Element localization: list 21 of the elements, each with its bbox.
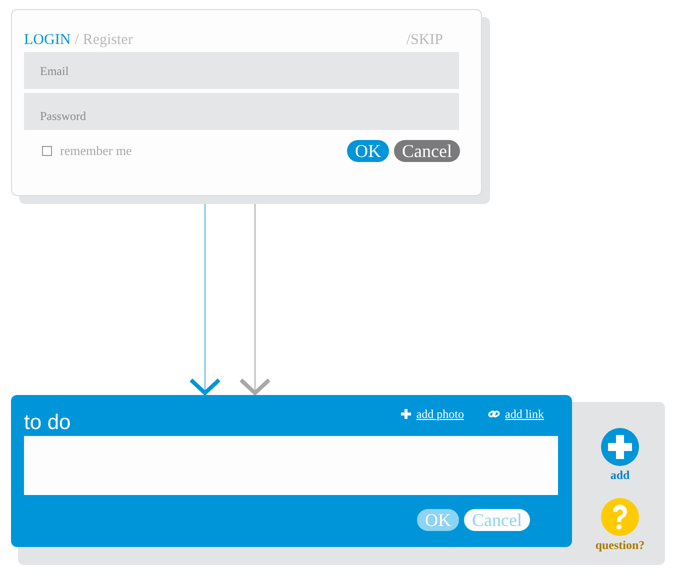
- ok-button[interactable]: OK: [417, 509, 460, 531]
- ok-button[interactable]: OK: [347, 140, 390, 162]
- tab[interactable]: Register: [82, 28, 133, 52]
- separator: /: [74, 30, 79, 50]
- cancel-button[interactable]: Cancel: [464, 509, 530, 531]
- input-field[interactable]: Email: [24, 52, 459, 89]
- action-label[interactable]: question?: [595, 536, 645, 554]
- cancel-button[interactable]: Cancel: [394, 140, 460, 162]
- tab[interactable]: LOGIN: [24, 28, 71, 52]
- add-icon[interactable]: [601, 428, 639, 466]
- action-link[interactable]: add photo: [416, 405, 464, 423]
- skip-link[interactable]: /SKIP: [406, 28, 443, 52]
- input-field[interactable]: Password: [24, 93, 459, 130]
- help-icon[interactable]: [600, 498, 639, 536]
- link-icon: [488, 409, 500, 419]
- remember-me-label: remember me: [60, 142, 132, 160]
- card-title: to do: [24, 412, 71, 435]
- action-label[interactable]: add: [610, 466, 630, 484]
- plus-icon: [401, 409, 412, 419]
- checkbox[interactable]: [42, 146, 52, 156]
- action-link[interactable]: add link: [505, 405, 544, 423]
